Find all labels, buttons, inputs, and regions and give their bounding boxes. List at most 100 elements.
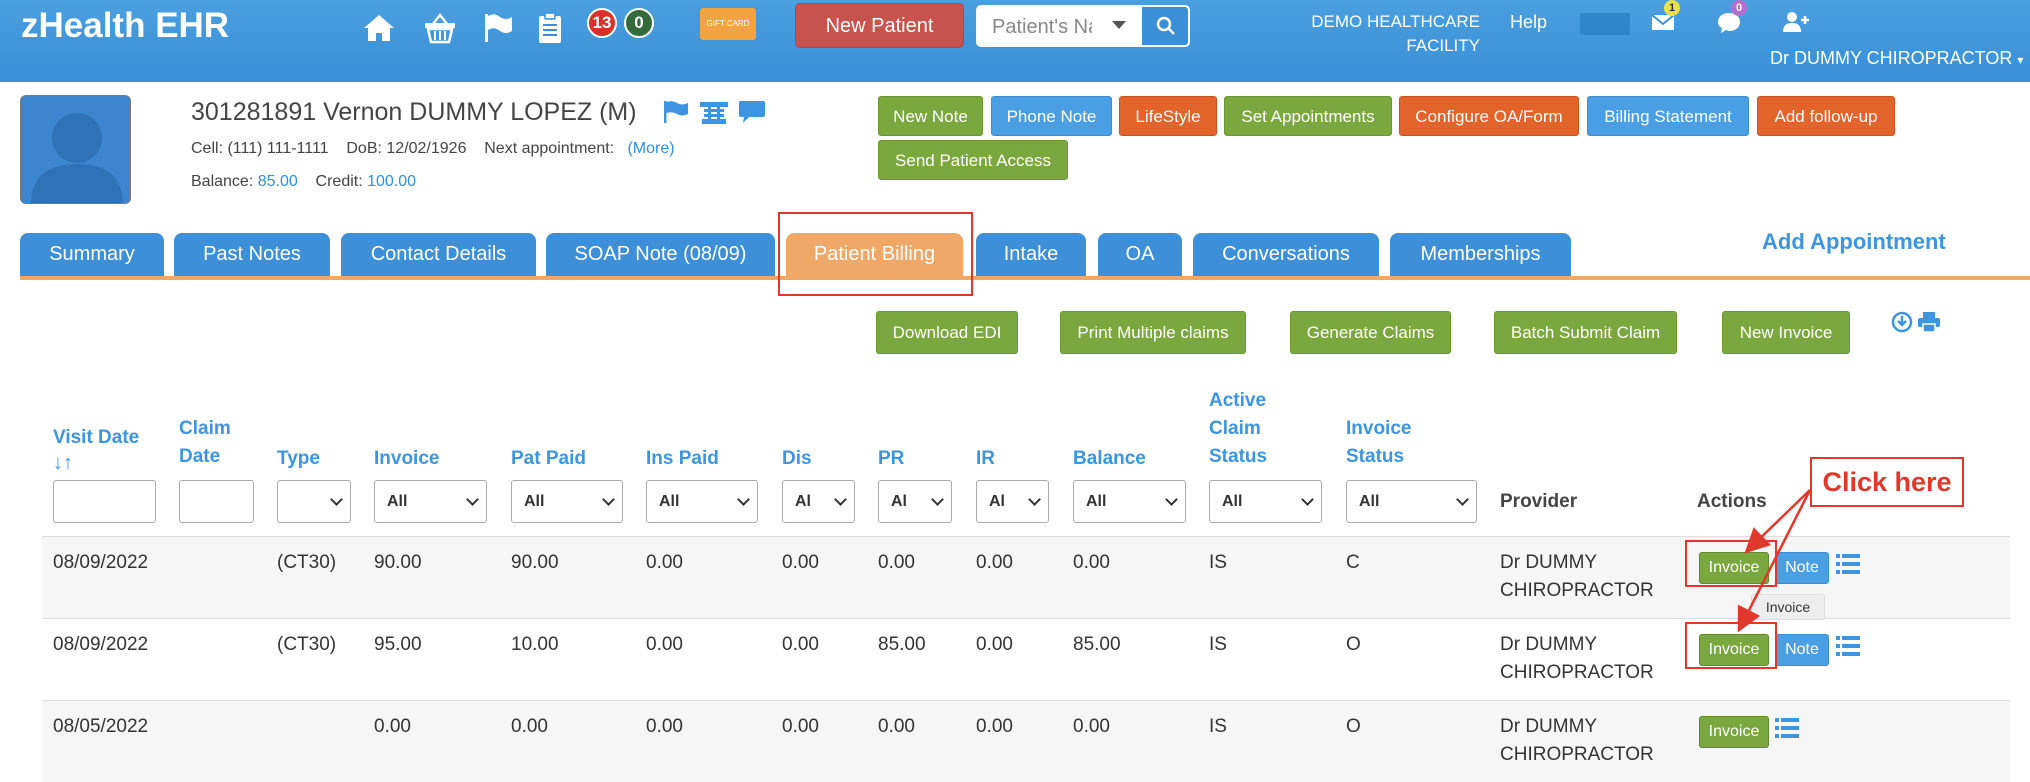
column-header-visit-date[interactable]: Visit Date ↓↑ bbox=[53, 424, 139, 474]
add-appointment-link[interactable]: Add Appointment bbox=[1762, 229, 1946, 255]
tab-summary[interactable]: Summary bbox=[20, 233, 164, 276]
new-invoice-button[interactable]: New Invoice bbox=[1722, 311, 1850, 354]
credit-label: Credit: bbox=[315, 173, 363, 190]
configure-oa-form-button[interactable]: Configure OA/Form bbox=[1399, 96, 1579, 136]
pat-paid-cell: 0.00 bbox=[511, 716, 548, 737]
tab-oa[interactable]: OA bbox=[1098, 233, 1182, 276]
send-patient-access-button[interactable]: Send Patient Access bbox=[878, 140, 1068, 180]
top-navbar: zHealth EHR 13 0 GIFT CARD New Patient P… bbox=[0, 0, 2030, 82]
next-appointment-more-link[interactable]: (More) bbox=[627, 140, 674, 157]
billing-statement-button[interactable]: Billing Statement bbox=[1587, 96, 1749, 136]
facility-line-1: DEMO HEALTHCARE bbox=[1311, 12, 1480, 31]
ir-filter-select[interactable]: Al bbox=[976, 480, 1049, 523]
ir-cell: 0.00 bbox=[976, 716, 1013, 737]
tab-highlight-box bbox=[778, 212, 973, 296]
chevron-down-icon[interactable] bbox=[1112, 21, 1126, 29]
add-user-icon[interactable] bbox=[1782, 10, 1810, 34]
tasks-badge[interactable]: 0 bbox=[624, 8, 654, 38]
user-menu[interactable]: Dr DUMMY CHIROPRACTOR ▾ bbox=[1770, 48, 2023, 69]
patient-avatar[interactable] bbox=[20, 95, 131, 204]
provider-line-2: CHIROPRACTOR bbox=[1500, 662, 1654, 683]
visit-date-filter-input[interactable] bbox=[53, 480, 156, 523]
pat-paid-filter-select[interactable]: All bbox=[511, 480, 623, 523]
chevron-down-icon bbox=[737, 493, 750, 506]
visit-date-header-label[interactable]: Visit Date bbox=[53, 424, 139, 452]
color-swatch[interactable] bbox=[1580, 13, 1630, 35]
balance-cell: 0.00 bbox=[1073, 716, 1110, 737]
provider-line-1: Dr DUMMY bbox=[1500, 716, 1598, 737]
batch-submit-claim-button[interactable]: Batch Submit Claim bbox=[1494, 311, 1677, 354]
invoice-status-filter-select[interactable]: All bbox=[1346, 480, 1477, 523]
invoice-status-line-2: Status bbox=[1346, 446, 1405, 467]
set-appointments-button[interactable]: Set Appointments bbox=[1224, 96, 1392, 136]
search-button[interactable] bbox=[1142, 7, 1188, 45]
balance-label: Balance: bbox=[191, 173, 254, 190]
lifestyle-button[interactable]: LifeStyle bbox=[1119, 96, 1217, 136]
sort-icon[interactable]: ↓↑ bbox=[53, 452, 139, 474]
dis-cell: 0.00 bbox=[782, 552, 819, 573]
facility-name[interactable]: DEMO HEALTHCARE FACILITY bbox=[1270, 10, 1480, 58]
active-claim-status-cell: IS bbox=[1209, 716, 1227, 737]
ir-filter-value: Al bbox=[989, 493, 1005, 510]
invoice-filter-select[interactable]: All bbox=[374, 480, 487, 523]
balance-value[interactable]: 85.00 bbox=[258, 173, 298, 190]
claim-date-filter-input[interactable] bbox=[179, 480, 254, 523]
home-icon[interactable] bbox=[361, 10, 397, 46]
schedule-icon[interactable] bbox=[699, 101, 729, 125]
invoice-status-filter-value: All bbox=[1359, 493, 1380, 510]
clipboard-icon[interactable] bbox=[532, 10, 568, 46]
print-multiple-claims-button[interactable]: Print Multiple claims bbox=[1060, 311, 1246, 354]
tab-intake[interactable]: Intake bbox=[976, 233, 1086, 276]
invoice-cell: 0.00 bbox=[374, 716, 411, 737]
patient-search[interactable]: Patient's Name bbox=[976, 5, 1190, 47]
basket-icon[interactable] bbox=[422, 10, 458, 46]
tab-memberships[interactable]: Memberships bbox=[1390, 233, 1571, 276]
balance-filter-select[interactable]: All bbox=[1073, 480, 1186, 523]
chevron-down-icon bbox=[834, 493, 847, 506]
download-icon[interactable] bbox=[1891, 311, 1913, 333]
phone-note-button[interactable]: Phone Note bbox=[991, 96, 1112, 136]
comment-icon[interactable] bbox=[738, 100, 766, 124]
credit-value[interactable]: 100.00 bbox=[367, 173, 416, 190]
new-note-button[interactable]: New Note bbox=[878, 96, 983, 136]
tab-contact-details[interactable]: Contact Details bbox=[341, 233, 536, 276]
active-claim-status-line-3: Status bbox=[1209, 446, 1268, 467]
search-input[interactable]: Patient's Name bbox=[992, 16, 1092, 39]
dob-label: DoB: bbox=[346, 140, 382, 157]
invoice-button[interactable]: Invoice bbox=[1699, 716, 1769, 748]
user-name[interactable]: Dr DUMMY CHIROPRACTOR bbox=[1770, 48, 2012, 68]
list-icon[interactable] bbox=[1775, 717, 1799, 739]
generate-claims-button[interactable]: Generate Claims bbox=[1290, 311, 1451, 354]
pr-filter-select[interactable]: Al bbox=[878, 480, 952, 523]
caret-down-icon[interactable]: ▾ bbox=[2017, 53, 2023, 67]
active-claim-status-filter-select[interactable]: All bbox=[1209, 480, 1322, 523]
invoice-status-line-1: Invoice bbox=[1346, 418, 1412, 439]
list-icon[interactable] bbox=[1836, 553, 1860, 575]
list-icon[interactable] bbox=[1836, 635, 1860, 657]
tab-soap-note[interactable]: SOAP Note (08/09) bbox=[546, 233, 775, 276]
flag-icon[interactable] bbox=[480, 10, 516, 46]
flag-icon[interactable] bbox=[662, 100, 690, 124]
gift-card-icon[interactable]: GIFT CARD bbox=[700, 8, 756, 40]
tab-conversations[interactable]: Conversations bbox=[1193, 233, 1379, 276]
column-header-active-claim-status: Active Claim Status bbox=[1209, 387, 1267, 471]
type-filter-select[interactable] bbox=[277, 480, 351, 523]
download-edi-button[interactable]: Download EDI bbox=[876, 311, 1018, 354]
provider-cell: Dr DUMMY CHIROPRACTOR bbox=[1500, 549, 1654, 605]
ins-paid-filter-select[interactable]: All bbox=[646, 480, 758, 523]
provider-line-2: CHIROPRACTOR bbox=[1500, 580, 1654, 601]
app-brand[interactable]: zHealth EHR bbox=[21, 6, 229, 46]
add-follow-up-button[interactable]: Add follow-up bbox=[1757, 96, 1895, 136]
help-link[interactable]: Help bbox=[1510, 12, 1547, 33]
dob-value: 12/02/1926 bbox=[386, 140, 467, 157]
dis-filter-select[interactable]: Al bbox=[782, 480, 855, 523]
ins-paid-cell: 0.00 bbox=[646, 634, 683, 655]
new-patient-button[interactable]: New Patient bbox=[795, 3, 964, 48]
ins-paid-cell: 0.00 bbox=[646, 552, 683, 573]
chevron-down-icon bbox=[1301, 493, 1314, 506]
print-icon[interactable] bbox=[1917, 311, 1941, 333]
tab-past-notes[interactable]: Past Notes bbox=[174, 233, 330, 276]
invoice-status-cell: O bbox=[1346, 634, 1361, 655]
cell-label: Cell: bbox=[191, 140, 224, 157]
alerts-badge[interactable]: 13 bbox=[587, 8, 617, 38]
